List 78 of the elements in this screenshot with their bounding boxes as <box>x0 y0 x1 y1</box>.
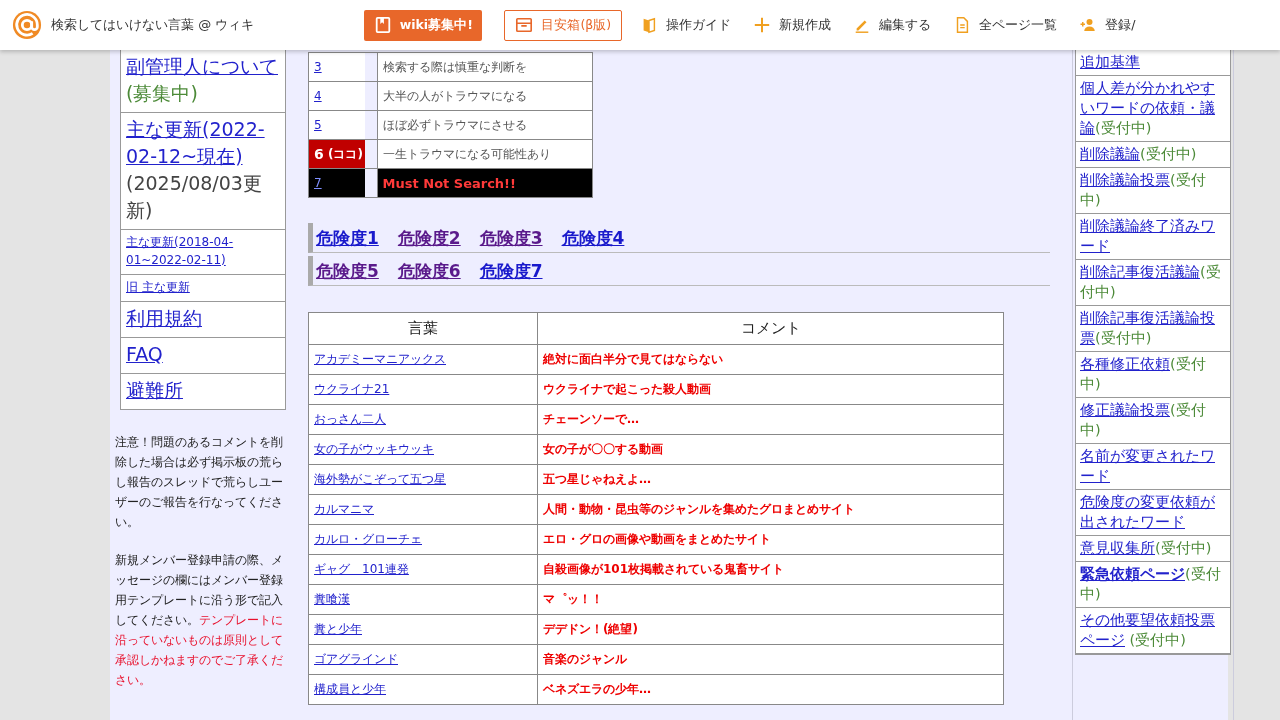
word-link-cell[interactable]: ゴアグラインド <box>308 644 538 675</box>
menu-link[interactable]: 削除議論(受付中) <box>1076 142 1230 168</box>
menu-link[interactable]: 意見収集所(受付中) <box>1076 536 1230 562</box>
menu-link[interactable]: 旧 主な更新 <box>126 278 280 296</box>
level-cell[interactable]: 3 <box>309 53 365 81</box>
danger-level-link[interactable]: 危険度1 <box>316 227 379 250</box>
users-add-icon <box>1079 16 1098 34</box>
comment-cell: ベネズエラの少年… <box>537 674 1004 705</box>
comment-cell: マ゜ッ！！ <box>537 584 1004 615</box>
word-link-cell[interactable]: アカデミーマニアックス <box>308 344 538 375</box>
level-cell[interactable]: 4 <box>309 82 365 110</box>
menu-link[interactable]: 修正議論投票(受付中) <box>1076 398 1230 444</box>
menu-link[interactable]: FAQ <box>126 341 280 368</box>
comment-cell: ウクライナで起こった殺人動画 <box>537 374 1004 405</box>
danger-level-link[interactable]: 危険度3 <box>479 227 543 250</box>
header-action-button[interactable]: 登録/ <box>1073 9 1142 41</box>
inbox-icon <box>515 16 534 34</box>
level-cell[interactable]: 5 <box>309 111 365 139</box>
site-title[interactable]: 検索してはいけない言葉 @ ウィキ <box>51 16 255 34</box>
word-link-cell[interactable]: 構成員と少年 <box>308 674 538 705</box>
menu-link[interactable]: 主な更新(2022-02-12~現在) <box>126 116 280 170</box>
level-cell[interactable]: 7 <box>309 169 365 197</box>
danger-level-link[interactable]: 危険度6 <box>397 260 461 283</box>
comment-cell: 音楽のジャンル <box>537 644 1004 675</box>
danger-level-link[interactable]: 危険度5 <box>316 260 379 283</box>
danger-level-link[interactable]: 危険度7 <box>479 260 543 283</box>
word-link-cell[interactable]: カルロ・グローチェ <box>308 524 538 555</box>
menu-link[interactable]: 主な更新(2018-04-01~2022-02-11) <box>126 233 280 269</box>
level-description-cell: Must Not Search!! <box>377 169 592 197</box>
menu-link[interactable]: 削除議論終了済みワード <box>1076 214 1230 260</box>
comment-cell: 人間・動物・昆虫等のジャンルを集めたグロまとめサイト <box>537 494 1004 525</box>
menu-link[interactable]: 削除記事復活議論投票(受付中) <box>1076 306 1230 352</box>
bookmark-page-icon <box>373 16 392 34</box>
notice-paragraph: 注意！問題のあるコメントを削除した場合は必ず掲示板の荒らし報告のスレッドで荒らしユーザーのご報告を行なってください。 <box>115 434 284 531</box>
update-date-note: (2025/08/03更新) <box>126 171 263 223</box>
menu-link[interactable]: 緊急依頼ページ(受付中) <box>1076 562 1230 608</box>
word-link-cell[interactable]: 糞と少年 <box>308 614 538 645</box>
header-action-button[interactable]: 操作ガイド <box>634 9 738 41</box>
menu-link[interactable]: その他要望依頼投票ページ (受付中) <box>1076 608 1230 654</box>
menu-link[interactable]: 各種修正依頼(受付中) <box>1076 352 1230 398</box>
menu-link[interactable]: 追加基準 <box>1076 50 1230 76</box>
comment-cell: デデドン！(絶望) <box>537 614 1004 645</box>
level-description-cell: 大半の人がトラウマになる <box>377 82 592 110</box>
level-description-cell: 一生トラウマになる可能性あり <box>377 140 592 168</box>
menu-link[interactable]: 避難所 <box>126 377 280 404</box>
comment-cell: エロ・グロの画像や動画をまとめたサイト <box>537 524 1004 555</box>
danger-level-link[interactable]: 危険度2 <box>397 227 461 250</box>
notice-paragraph: 新規メンバー登録申請の際、メッセージの欄にはメンバー登録用テンプレートに沿う形で記入してください。テンプレートに沿っていないものは原則として承認しかねますのでご了承ください。 <box>115 552 284 689</box>
column-header: コメント <box>537 312 1004 345</box>
column-header: 言葉 <box>308 312 538 345</box>
comment-cell: 自殺画像が101枚掲載されている鬼畜サイト <box>537 554 1004 585</box>
word-link-cell[interactable]: 海外勢がこぞって五つ星 <box>308 464 538 495</box>
word-link-cell[interactable]: 女の子がウッキウッキ <box>308 434 538 465</box>
plus-icon <box>753 16 772 34</box>
header-action-button[interactable]: 編集する <box>847 9 938 41</box>
danger-level-link[interactable]: 危険度4 <box>561 227 625 250</box>
word-link-cell[interactable]: ウクライナ21 <box>308 374 538 405</box>
menu-link[interactable]: 個人差が分かれやすいワードの依頼・議論(受付中) <box>1076 76 1230 142</box>
comment-cell: 女の子が〇〇する動画 <box>537 434 1004 465</box>
menu-link[interactable]: 危険度の変更依頼が出されたワード <box>1076 490 1230 536</box>
comment-cell: 絶対に面白半分で見てはならない <box>537 344 1004 375</box>
menu-link[interactable]: 削除議論投票(受付中) <box>1076 168 1230 214</box>
word-link-cell[interactable]: ギャグ 101連発 <box>308 554 538 585</box>
header-action-button[interactable]: 新規作成 <box>747 9 838 41</box>
word-link-cell[interactable]: おっさん二人 <box>308 404 538 435</box>
level-description-cell: ほぼ必ずトラウマにさせる <box>377 111 592 139</box>
menu-link[interactable]: 名前が変更されたワード <box>1076 444 1230 490</box>
menu-link[interactable]: 削除記事復活議論(受付中) <box>1076 260 1230 306</box>
comment-cell: チェーンソーで… <box>537 404 1004 435</box>
level-description-cell: 検索する際は慎重な判断を <box>377 53 592 81</box>
header-action-button[interactable]: 全ページ一覧 <box>947 9 1064 41</box>
comment-cell: 五つ星じゃねえよ… <box>537 464 1004 495</box>
menu-link[interactable]: 副管理人について (募集中) <box>126 53 280 107</box>
at-sign-logo-icon[interactable] <box>12 10 42 40</box>
menu-link[interactable]: 利用規約 <box>126 305 280 332</box>
level-cell[interactable]: 6 (ココ) <box>309 140 365 168</box>
word-link-cell[interactable]: カルマニマ <box>308 494 538 525</box>
word-link-cell[interactable]: 糞喰漢 <box>308 584 538 615</box>
